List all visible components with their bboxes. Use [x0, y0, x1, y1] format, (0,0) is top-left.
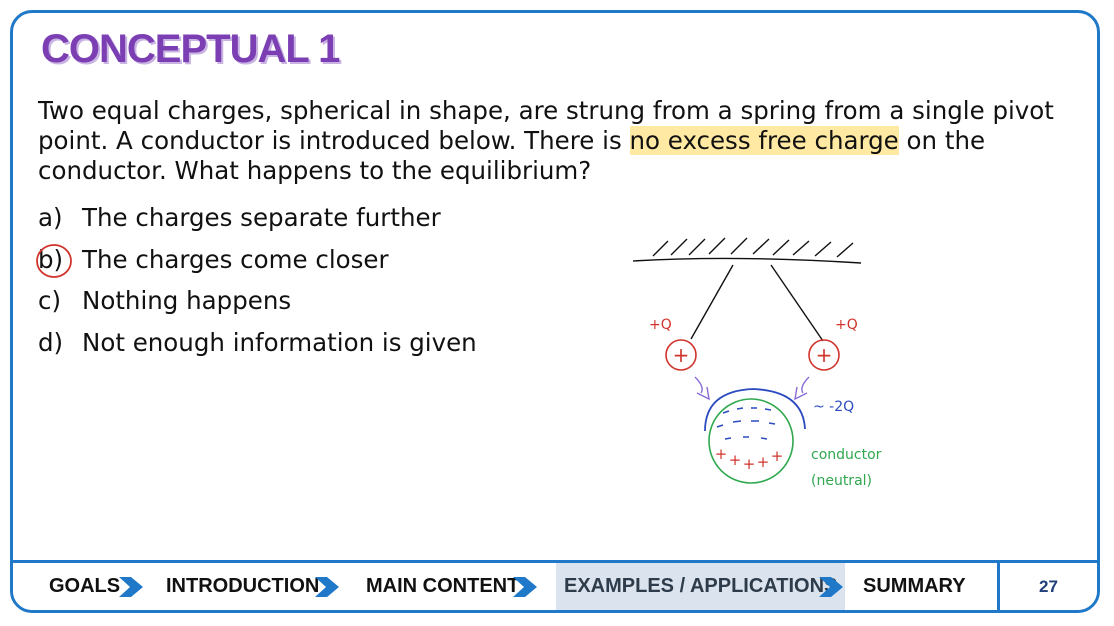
induced-charge-label: ~ -2Q	[813, 399, 854, 415]
option-text: Not enough information is given	[82, 327, 477, 357]
pendulum-diagram: + +Q + +Q + + + + + ~ -2Q conductor (neu…	[632, 237, 882, 489]
conductor-sphere: + + + + +	[704, 388, 806, 484]
slide-title: CONCEPTUAL 1	[41, 27, 340, 71]
question-text: Two equal charges, spherical in shape, a…	[38, 96, 1093, 186]
induced-plus-5: +	[771, 447, 784, 465]
question-highlight: no excess free charge	[629, 126, 899, 155]
left-charge-sign: +	[673, 343, 690, 367]
induced-plus-3: +	[743, 455, 756, 473]
neutral-label: (neutral)	[811, 473, 872, 489]
ceiling-icon	[632, 237, 862, 264]
chevron-right-icon	[119, 577, 143, 597]
option-a[interactable]: a) The charges separate further	[38, 197, 477, 239]
nav-examples-applications[interactable]: EXAMPLES / APPLICATIONS	[556, 563, 846, 610]
option-letter: a)	[38, 203, 63, 232]
conductor-label: conductor	[811, 447, 882, 463]
chevron-right-icon	[315, 577, 339, 597]
nav-main-content[interactable]: MAIN CONTENT	[366, 563, 519, 610]
induced-plus-4: +	[757, 453, 770, 471]
nav-introduction[interactable]: INTRODUCTION	[166, 563, 319, 610]
right-charge-sign: +	[816, 343, 833, 367]
option-text: Nothing happens	[82, 286, 292, 315]
attraction-arrow-icon	[694, 376, 810, 401]
induced-plus-2: +	[729, 451, 742, 469]
slide-frame: CONCEPTUAL 1 Two equal charges, spherica…	[10, 10, 1100, 613]
option-text: The charges separate further	[82, 203, 441, 232]
induced-plus-1: +	[715, 445, 728, 463]
answer-options: a) The charges separate further b) The cha…	[36, 197, 477, 364]
option-text: The charges come closer	[82, 244, 389, 274]
option-d[interactable]: d) Not enough information is given	[38, 322, 477, 364]
section-nav-bar: GOALS INTRODUCTION MAIN CONTENT EXAMPLES…	[13, 560, 1097, 610]
strings	[690, 264, 824, 342]
option-c[interactable]: c) Nothing happens	[38, 280, 477, 322]
nav-summary[interactable]: SUMMARY	[863, 563, 966, 610]
right-charge: + +Q	[808, 317, 858, 371]
selected-circle-icon	[36, 243, 72, 278]
chevron-right-icon	[819, 577, 843, 597]
page-number: 27	[997, 563, 1097, 610]
option-b[interactable]: b) The charges come closer	[36, 239, 477, 281]
option-letter: d)	[38, 327, 64, 357]
option-letter: c)	[38, 286, 62, 315]
nav-goals[interactable]: GOALS	[49, 563, 120, 610]
right-charge-label: +Q	[835, 317, 858, 333]
left-charge-label: +Q	[649, 317, 672, 333]
chevron-right-icon	[513, 577, 537, 597]
left-charge: + +Q	[649, 317, 697, 371]
